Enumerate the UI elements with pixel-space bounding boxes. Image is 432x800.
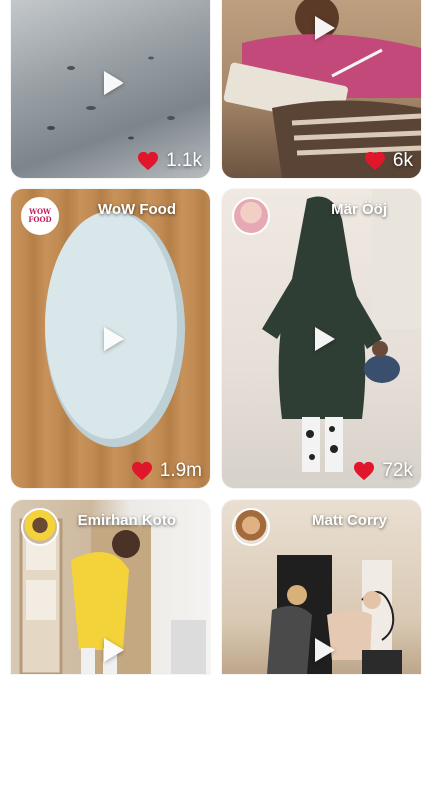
video-card[interactable]: Matt Corry <box>222 500 421 674</box>
play-icon[interactable] <box>314 638 335 662</box>
like-count-text: 6k <box>392 150 413 171</box>
author-name[interactable]: Mär Ööj <box>222 201 421 218</box>
like-count-text: 1.1k <box>166 150 202 171</box>
heart-icon <box>364 151 385 171</box>
like-count: 6k <box>364 150 413 172</box>
video-card[interactable]: Emirhan Koto <box>11 500 210 674</box>
author-name[interactable]: Matt Corry <box>222 512 421 529</box>
video-card[interactable]: WOW FOOD WoW Food 1.9m <box>11 189 210 488</box>
like-count: 72k <box>353 460 413 482</box>
like-count: 1.9m <box>131 460 202 482</box>
heart-icon <box>138 151 159 171</box>
heart-icon <box>131 461 152 481</box>
video-grid: 1.1k 6k WOW FOOD WoW Food 1.9m Mär Ööj 7… <box>0 0 432 800</box>
play-icon[interactable] <box>314 16 335 40</box>
author-name[interactable]: WoW Food <box>11 201 210 218</box>
video-card[interactable]: 6k <box>222 0 421 178</box>
like-count-text: 72k <box>382 460 413 481</box>
play-icon[interactable] <box>103 326 124 351</box>
heart-icon <box>354 461 375 481</box>
author-name[interactable]: Emirhan Koto <box>11 512 210 529</box>
play-icon[interactable] <box>103 638 124 662</box>
play-icon[interactable] <box>103 71 124 95</box>
like-count-text: 1.9m <box>159 460 202 481</box>
play-icon[interactable] <box>314 326 335 351</box>
video-card[interactable]: Mär Ööj 72k <box>222 189 421 488</box>
like-count: 1.1k <box>137 150 202 172</box>
video-card[interactable]: 1.1k <box>11 0 210 178</box>
